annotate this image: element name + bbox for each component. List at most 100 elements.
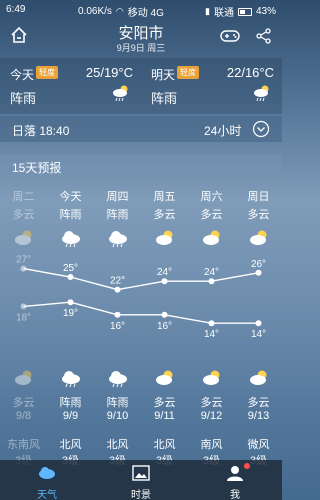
status-time: 6:49 xyxy=(6,4,26,15)
high-temp-point xyxy=(67,274,74,280)
image-icon xyxy=(132,465,150,481)
rain-cloud-icon xyxy=(254,85,269,102)
battery-percent: 43% xyxy=(255,6,276,17)
night-condition: 多云 xyxy=(247,397,270,409)
wind-direction: 南风 xyxy=(200,439,223,451)
sunset-row[interactable]: 日落 18:40 24小时 xyxy=(0,116,282,142)
high-temp-label: 24° xyxy=(204,267,219,278)
low-temp-point xyxy=(208,320,215,327)
rain-cloud-icon xyxy=(109,371,127,388)
day-name: 周四 xyxy=(106,191,129,203)
low-temp-label: 16° xyxy=(110,321,125,332)
battery-icon xyxy=(237,7,252,16)
day-name: 周五 xyxy=(153,191,176,203)
rain-cloud-icon xyxy=(113,85,128,102)
day-condition: 阵雨 xyxy=(59,209,82,221)
day-name: 周日 xyxy=(247,191,270,203)
high-temp-line xyxy=(23,267,259,291)
today-block[interactable]: 今天 轻度 25/19°C 阵雨 xyxy=(0,58,141,114)
partly-cloudy-icon xyxy=(250,370,267,385)
wind-direction: 北风 xyxy=(106,439,129,451)
partly-cloudy-icon xyxy=(15,230,32,245)
high-temp-point xyxy=(161,278,168,285)
day-date: 9/9 xyxy=(62,410,79,422)
day-condition: 多云 xyxy=(247,209,270,221)
night-condition: 多云 xyxy=(12,397,35,409)
status-bar: 6:49 0.06K/s ◠ 移动 4G ▮ 联通 43% xyxy=(0,0,282,20)
night-condition: 阵雨 xyxy=(59,397,82,409)
today-desc: 阵雨 xyxy=(10,91,37,106)
chevron-down-icon[interactable] xyxy=(252,120,270,138)
network-speed: 0.06K/s xyxy=(78,6,112,17)
day-name: 今天 xyxy=(59,191,82,203)
today-tomorrow-panel: 今天 轻度 25/19°C 阵雨 明天 轻度 22/16°C 阵雨 xyxy=(0,58,282,114)
wind-direction: 微风 xyxy=(247,439,270,451)
status-right: ▮ 联通 43% xyxy=(205,4,276,19)
sunset-time: 日落 18:40 xyxy=(12,124,70,138)
today-temp: 25/19°C xyxy=(85,65,133,80)
signal-icon: ▮ xyxy=(205,6,210,16)
high-temp-label: 25° xyxy=(63,263,78,274)
nav-moments[interactable]: 时景 xyxy=(94,460,188,500)
aqi-badge-tomorrow: 轻度 xyxy=(177,66,199,79)
low-temp-label: 18° xyxy=(16,312,31,323)
forecast-title-bar: 15天预报 xyxy=(0,154,282,178)
day-condition: 阵雨 xyxy=(106,209,129,221)
night-condition: 多云 xyxy=(200,397,223,409)
rain-cloud-icon xyxy=(62,371,80,388)
day-date: 9/11 xyxy=(154,410,175,422)
weather-cloud-icon xyxy=(39,467,55,479)
low-temp-point xyxy=(67,299,74,306)
nav-me[interactable]: 我 xyxy=(188,460,282,500)
tomorrow-label: 明天 xyxy=(151,68,176,82)
bottom-nav: 天气 时景 我 xyxy=(0,460,282,500)
day-date: 9/13 xyxy=(247,410,270,422)
low-temp-point xyxy=(255,320,262,327)
low-temp-label: 14° xyxy=(251,329,266,340)
nav-me-label: 我 xyxy=(230,490,240,500)
high-temp-label: 22° xyxy=(110,276,125,287)
day-name: 周二 xyxy=(12,191,35,203)
aqi-badge-today: 轻度 xyxy=(36,66,58,79)
user-icon xyxy=(227,466,243,481)
tomorrow-block[interactable]: 明天 轻度 22/16°C 阵雨 xyxy=(141,58,282,114)
partly-cloudy-icon xyxy=(15,370,32,385)
wind-direction: 北风 xyxy=(59,439,82,451)
day-condition: 多云 xyxy=(200,209,223,221)
high-temp-point xyxy=(20,265,27,272)
partly-cloudy-icon xyxy=(156,370,173,385)
low-temp-label: 19° xyxy=(63,308,78,319)
tomorrow-temp: 22/16°C xyxy=(226,65,274,80)
night-condition: 阵雨 xyxy=(106,397,129,409)
temperature-chart: 27° 25° 22° 24° 24° 26° 18° 19° 16° 16° 14° 14° xyxy=(16,255,266,341)
partly-cloudy-icon xyxy=(203,370,220,385)
status-center: 0.06K/s ◠ 移动 4G xyxy=(78,4,164,19)
partly-cloudy-icon xyxy=(156,230,173,245)
low-temp-label: 16° xyxy=(157,321,172,332)
carrier-unicom: 联通 xyxy=(213,8,234,19)
high-temp-point xyxy=(208,278,215,285)
wind-direction: 北风 xyxy=(153,439,176,451)
wind-direction: 东南风 xyxy=(7,439,40,451)
today-label: 今天 xyxy=(10,68,35,82)
nav-weather[interactable]: 天气 xyxy=(0,460,94,500)
day-condition: 多云 xyxy=(153,209,176,221)
share-icon[interactable] xyxy=(256,28,272,44)
night-condition: 多云 xyxy=(153,397,176,409)
high-temp-label: 27° xyxy=(16,255,31,266)
high-temp-label: 26° xyxy=(251,259,266,270)
high-temp-label: 24° xyxy=(157,267,172,278)
notification-dot xyxy=(244,463,250,469)
carrier-mobile: 移动 4G xyxy=(127,8,164,19)
low-temp-label: 14° xyxy=(204,329,219,340)
wifi-icon: ◠ xyxy=(115,6,124,16)
gamepad-icon[interactable] xyxy=(220,28,240,44)
nav-weather-label: 天气 xyxy=(37,490,57,500)
day-condition: 多云 xyxy=(12,209,35,221)
hourly-toggle-label[interactable]: 24小时 xyxy=(204,122,241,139)
day-date: 9/8 xyxy=(15,410,32,422)
low-temp-point xyxy=(114,311,121,318)
header: 安阳市 9月9日 周三 xyxy=(0,20,282,58)
tomorrow-desc: 阵雨 xyxy=(151,91,178,106)
high-temp-point xyxy=(114,286,121,293)
